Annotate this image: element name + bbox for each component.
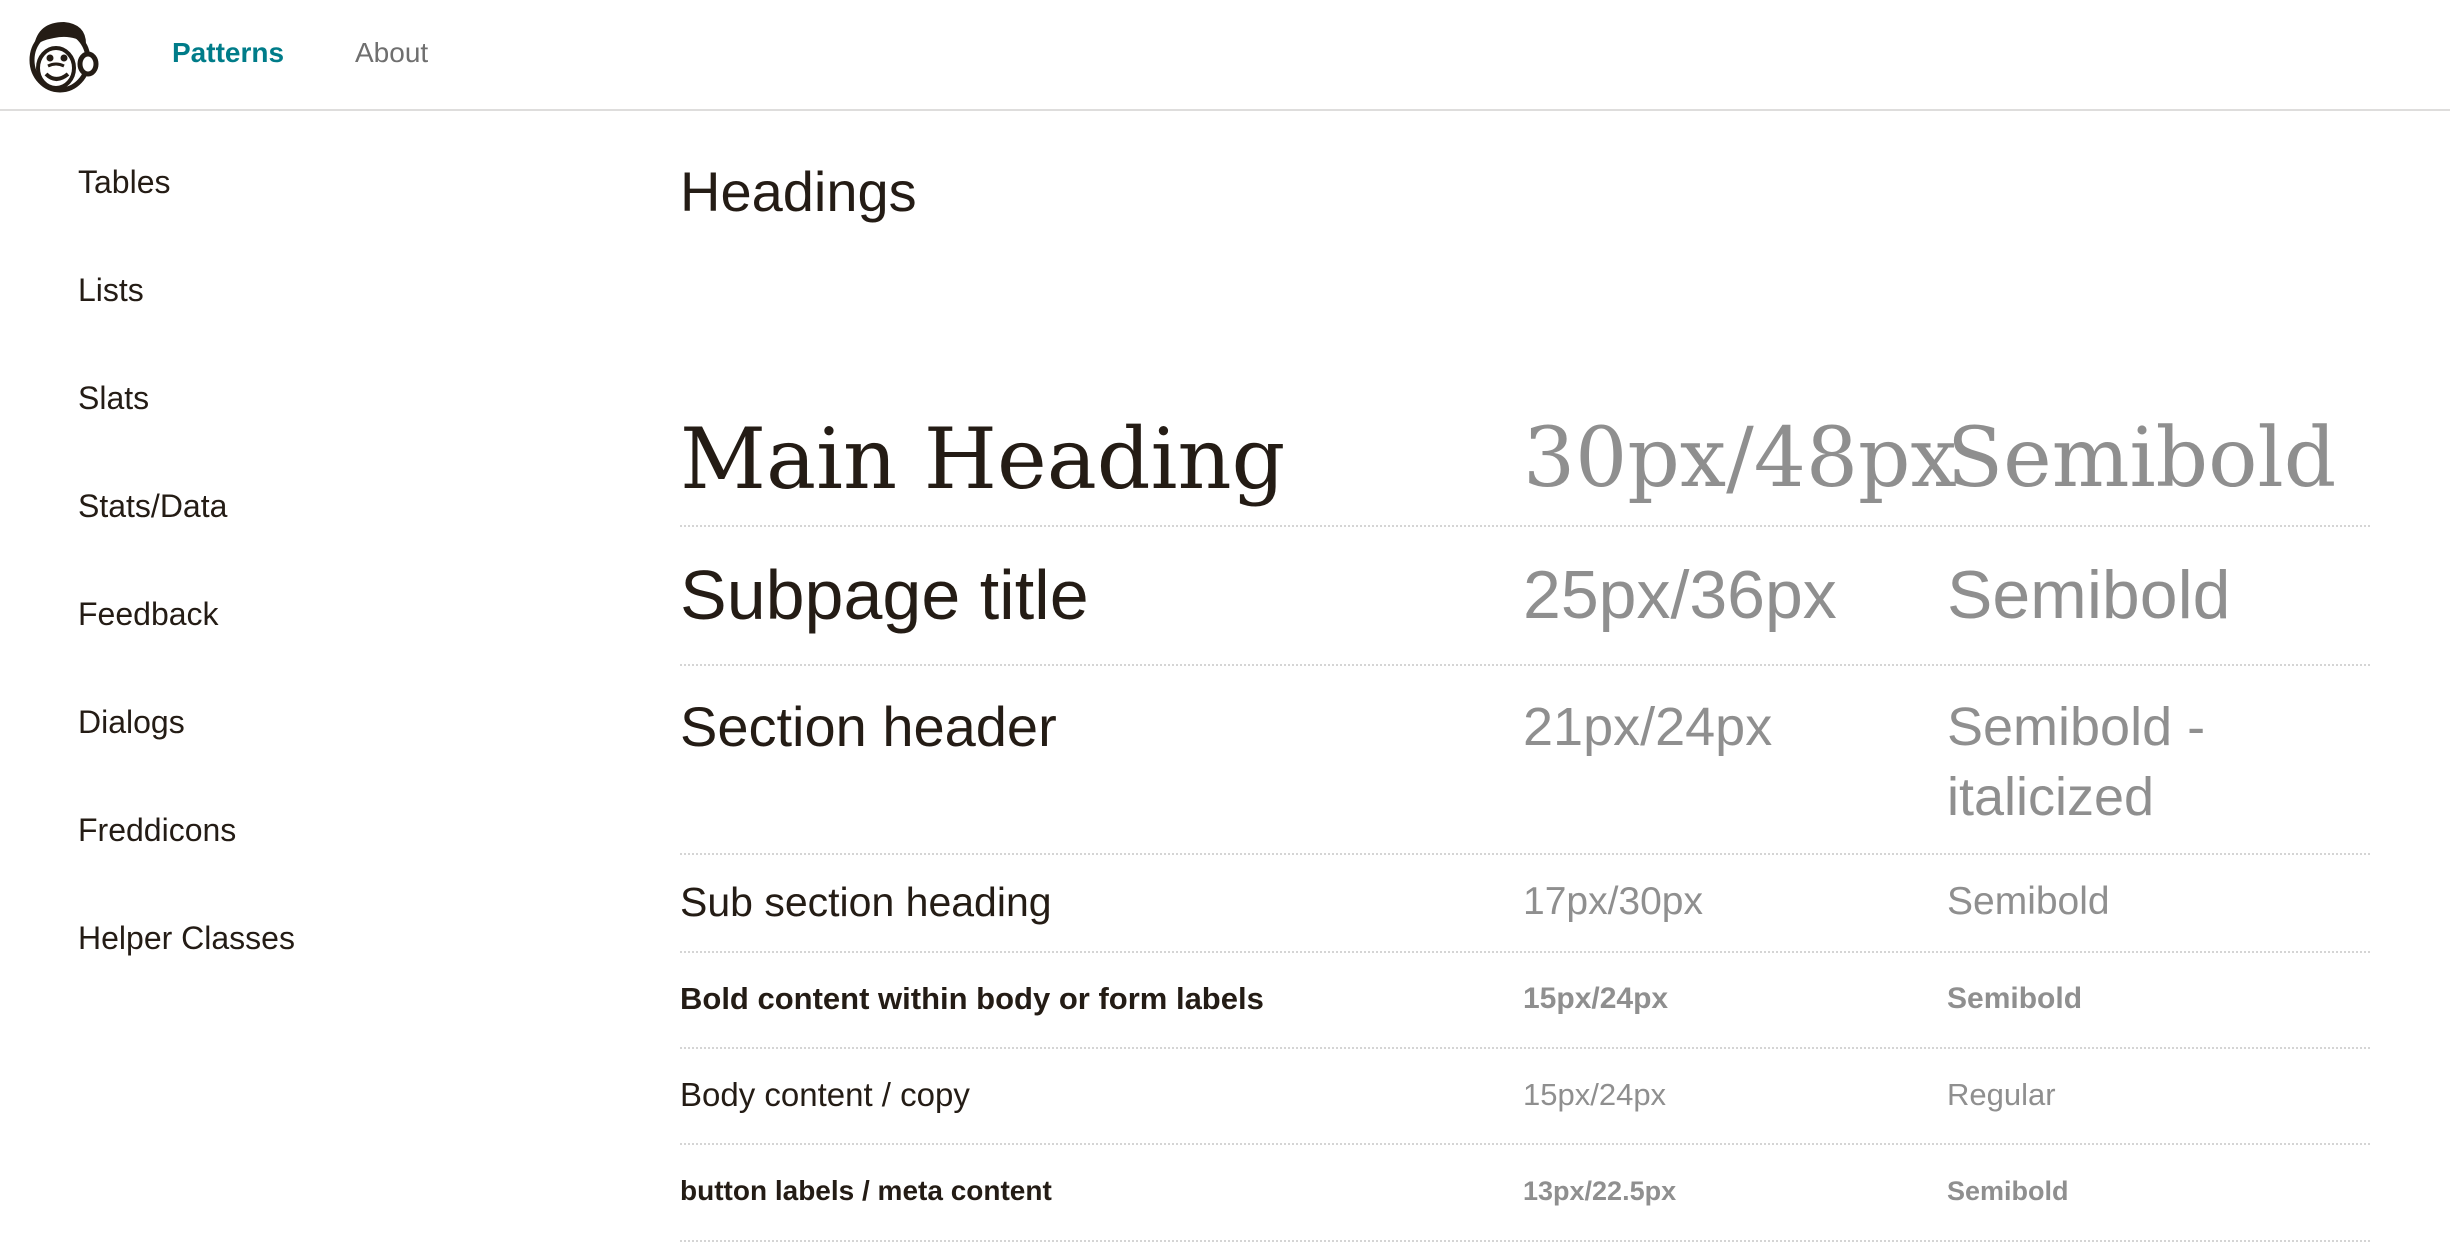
page-title: Headings xyxy=(680,160,917,223)
heading-name: Body content / copy xyxy=(680,1076,970,1113)
heading-size: 15px/24px xyxy=(1523,1077,1667,1112)
sidebar-item-dialogs[interactable]: Dialogs xyxy=(78,702,185,742)
sidebar-item-lists[interactable]: Lists xyxy=(78,270,144,310)
top-navigation: Patterns About xyxy=(0,0,2450,111)
heading-weight: Semibold xyxy=(1947,1176,2069,1206)
freddie-logo-icon[interactable] xyxy=(24,16,100,96)
table-row: Sub section heading 17px/30px Semibold xyxy=(680,853,2370,953)
heading-name: Bold content within body or form labels xyxy=(680,981,1264,1016)
heading-name: Section header xyxy=(680,695,1057,758)
heading-size: 13px/22.5px xyxy=(1523,1176,1677,1206)
heading-name: Subpage title xyxy=(680,556,1089,634)
nav-link-patterns[interactable]: Patterns xyxy=(172,36,284,70)
heading-weight: Semibold xyxy=(1947,557,2231,633)
sidebar-item-helper-classes[interactable]: Helper Classes xyxy=(78,918,295,958)
heading-weight: Semibold xyxy=(1947,982,2083,1015)
sidebar-item-feedback[interactable]: Feedback xyxy=(78,594,219,634)
table-row: Body content / copy 15px/24px Regular xyxy=(680,1047,2370,1145)
heading-size: 17px/30px xyxy=(1523,880,1703,923)
heading-weight: Regular xyxy=(1947,1077,2056,1112)
table-row: Main Heading 30px/48px Semibold xyxy=(680,299,2370,527)
heading-size: 25px/36px xyxy=(1523,557,1837,633)
heading-size: 15px/24px xyxy=(1523,982,1669,1015)
sidebar-item-tables[interactable]: Tables xyxy=(78,162,171,202)
table-row: Bold content within body or form labels … xyxy=(680,951,2370,1049)
heading-weight: Semibold xyxy=(1947,880,2110,923)
heading-weight: Semibold xyxy=(1947,411,2337,506)
table-row: Subpage title 25px/36px Semibold xyxy=(680,525,2370,666)
nav-link-about[interactable]: About xyxy=(355,36,428,70)
table-row: button labels / meta content 13px/22.5px… xyxy=(680,1143,2370,1242)
sidebar-item-stats-data[interactable]: Stats/Data xyxy=(78,486,227,526)
heading-name: Sub section heading xyxy=(680,879,1052,925)
heading-size: 30px/48px xyxy=(1523,411,1957,506)
table-row: Section header 21px/24px Semibold - ital… xyxy=(680,664,2370,855)
heading-name: Main Heading xyxy=(680,410,1286,508)
heading-size: 21px/24px xyxy=(1523,697,1773,757)
heading-weight: Semibold - italicized xyxy=(1947,697,2206,827)
heading-name: button labels / meta content xyxy=(680,1175,1052,1206)
sidebar-item-slats[interactable]: Slats xyxy=(78,378,149,418)
sidebar-item-freddicons[interactable]: Freddicons xyxy=(78,810,236,850)
